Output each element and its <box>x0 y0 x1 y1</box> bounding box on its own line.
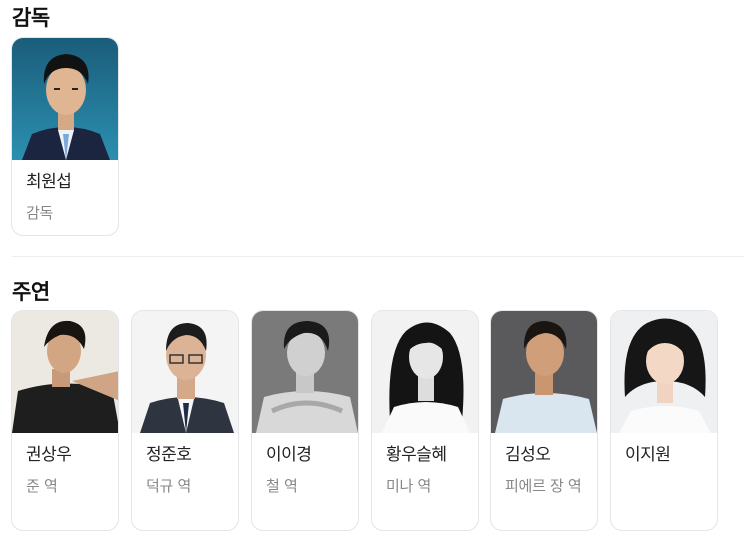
cast-role: 철 역 <box>266 477 298 495</box>
cast-card[interactable]: 김성오 피에르 장 역 <box>490 310 598 531</box>
cast-name[interactable]: 권상우 <box>26 443 104 467</box>
cast-photo[interactable] <box>611 311 717 433</box>
cast-role: 덕규 역 <box>146 477 191 495</box>
cast-photo[interactable] <box>372 311 478 433</box>
cast-card[interactable]: 황우슬혜 미나 역 <box>371 310 479 531</box>
cast-photo[interactable] <box>132 311 238 433</box>
cast-card[interactable]: 권상우 준 역 <box>11 310 119 531</box>
section-divider <box>12 256 744 257</box>
cast-name[interactable]: 정준호 <box>146 443 224 467</box>
director-name[interactable]: 최원섭 <box>26 170 104 194</box>
director-photo[interactable] <box>12 38 118 160</box>
cast-card[interactable]: 이이경 철 역 <box>251 310 359 531</box>
cast-card[interactable]: 정준호 덕규 역 <box>131 310 239 531</box>
cast-card[interactable]: 이지원 <box>610 310 718 531</box>
cast-photo[interactable] <box>252 311 358 433</box>
cast-role: 피에르 장 역 <box>505 477 582 495</box>
director-card[interactable]: 최원섭 감독 <box>11 37 119 236</box>
cast-photo[interactable] <box>12 311 118 433</box>
cast-section-title: 주연 <box>12 280 50 304</box>
cast-role: 준 역 <box>26 477 58 495</box>
director-role: 감독 <box>26 204 54 222</box>
cast-photo[interactable] <box>491 311 597 433</box>
cast-name[interactable]: 이이경 <box>266 443 344 467</box>
cast-name[interactable]: 김성오 <box>505 443 583 467</box>
cast-name[interactable]: 황우슬혜 <box>386 443 464 467</box>
cast-role: 미나 역 <box>386 477 431 495</box>
cast-name[interactable]: 이지원 <box>625 443 703 467</box>
director-section-title: 감독 <box>12 6 50 30</box>
